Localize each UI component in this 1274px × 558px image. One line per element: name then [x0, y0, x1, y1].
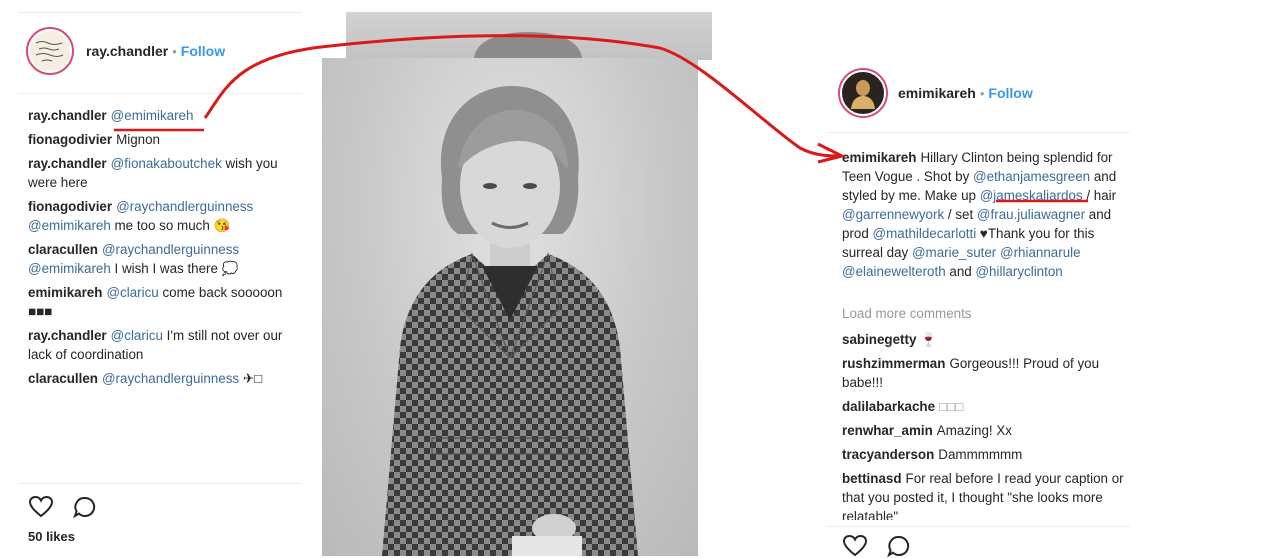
comment: ray.chandler @emimikareh [28, 106, 300, 125]
comment: fionagodivier Mignon [28, 130, 300, 149]
comment: ray.chandler @fionakaboutchek wish you we… [28, 154, 300, 192]
separator-dot: • [979, 85, 985, 101]
right-post-header: emimikareh • Follow [838, 68, 1033, 118]
divider [18, 483, 302, 484]
likes-count[interactable]: 50 likes [28, 529, 75, 544]
follow-button[interactable]: Follow [181, 43, 225, 59]
comment-username[interactable]: rushzimmerman [842, 356, 945, 371]
divider [826, 132, 1130, 133]
comment: rushzimmerman Gorgeous!!! Proud of you ba… [842, 354, 1132, 392]
comment-username[interactable]: sabinegetty [842, 332, 916, 347]
mention-link[interactable]: @frau.juliawagner [977, 207, 1085, 222]
mention-link[interactable]: @ethanjamesgreen [973, 169, 1090, 184]
comment-text: Dammmmmm [938, 447, 1023, 462]
post-photo[interactable] [322, 58, 698, 556]
mention-link[interactable]: @emimikareh [111, 108, 194, 123]
comment-text: □□□ [939, 399, 964, 414]
avatar[interactable] [838, 68, 888, 118]
action-bar [842, 534, 912, 558]
right-post: emimikareh • Follow emimikareh Hillary Cl… [826, 56, 1144, 558]
post-caption: emimikareh Hillary Clinton being splendid… [842, 148, 1132, 281]
caption-text: / hair [1082, 188, 1117, 203]
comment: dalilabarkache □□□ [842, 397, 1132, 416]
separator-dot: • [172, 43, 177, 59]
heart-icon[interactable] [842, 534, 868, 558]
comment-text: me too so much 😘 [110, 218, 231, 233]
comment-username[interactable]: fionagodivier [28, 199, 112, 214]
action-bar [28, 495, 98, 519]
comment-username[interactable]: bettinasd [842, 471, 902, 486]
comment-username[interactable]: emimikareh [28, 285, 102, 300]
load-more-comments-link[interactable]: Load more comments [842, 304, 972, 323]
comment-username[interactable]: ray.chandler [28, 108, 107, 123]
mention-link[interactable]: @mathildecarlotti [873, 226, 977, 241]
comment-username[interactable]: tracyanderson [842, 447, 934, 462]
comment: bettinasd For real before I read your cap… [842, 469, 1132, 520]
comment-username[interactable]: renwhar_amin [842, 423, 933, 438]
avatar[interactable] [26, 27, 74, 75]
heart-icon[interactable] [28, 495, 54, 519]
comment-username[interactable]: claracullen [28, 242, 98, 257]
comment: claracullen @raychandlerguinness @emimika… [28, 240, 300, 278]
portrait-illustration [382, 86, 638, 556]
profile-picture-icon [851, 80, 875, 109]
post-username[interactable]: ray.chandler [86, 43, 168, 59]
mention-link[interactable]: @fionakaboutchek [111, 156, 222, 171]
comment-username[interactable]: ray.chandler [28, 156, 107, 171]
mention-link[interactable]: @hillaryclinton [975, 264, 1062, 279]
mention-link[interactable]: @garrennewyork [842, 207, 944, 222]
comment-username[interactable]: ray.chandler [28, 328, 107, 343]
comment-icon[interactable] [886, 534, 912, 558]
left-post: ray.chandler • Follow ray.chandler @emimi… [18, 12, 302, 557]
comment-text: Amazing! Xx [936, 423, 1012, 438]
comment: renwhar_amin Amazing! Xx [842, 421, 1132, 440]
comment-text: 🍷 [920, 332, 938, 347]
comment: claracullen @raychandlerguinness ✈□ [28, 369, 300, 388]
comment-list: sabinegetty 🍷 rushzimmerman Gorgeous!!! Pro… [842, 330, 1132, 520]
comment-username[interactable]: claracullen [28, 371, 98, 386]
caption-text: and [945, 264, 976, 279]
comment-text: ✈□ [239, 371, 263, 386]
left-post-header: ray.chandler • Follow [26, 27, 225, 75]
caption-text: / set [944, 207, 977, 222]
comment-username[interactable]: dalilabarkache [842, 399, 935, 414]
post-username[interactable]: emimikareh [898, 85, 976, 101]
divider [18, 93, 302, 94]
mention-link[interactable]: @claricu [106, 285, 158, 300]
comment: fionagodivier @raychandlerguinness @emimi… [28, 197, 300, 235]
comment: ray.chandler @claricu I'm still not over … [28, 326, 300, 364]
comment-username[interactable]: fionagodivier [28, 132, 112, 147]
comment-text: Mignon [116, 132, 160, 147]
comment: tracyanderson Dammmmmm [842, 445, 1132, 464]
comment: emimikareh @claricu come back sooooon ■■■ [28, 283, 300, 321]
divider [826, 526, 1130, 527]
comment-icon[interactable] [72, 495, 98, 519]
hair-silhouette [474, 32, 582, 60]
mention-link[interactable]: @claricu [111, 328, 163, 343]
follow-button[interactable]: Follow [988, 85, 1032, 101]
comment-text: I wish I was there 💭 [110, 261, 239, 276]
mention-link[interactable]: @jameskaliardos [980, 188, 1083, 203]
caption-username[interactable]: emimikareh [842, 150, 916, 165]
background-photo-strip [346, 12, 712, 60]
mention-link[interactable]: @raychandlerguinness [102, 371, 239, 386]
comment: sabinegetty 🍷 [842, 330, 1132, 349]
comment-list: ray.chandler @emimikareh fionagodivier Mign… [28, 106, 300, 393]
handwritten-note-icon [35, 41, 64, 62]
